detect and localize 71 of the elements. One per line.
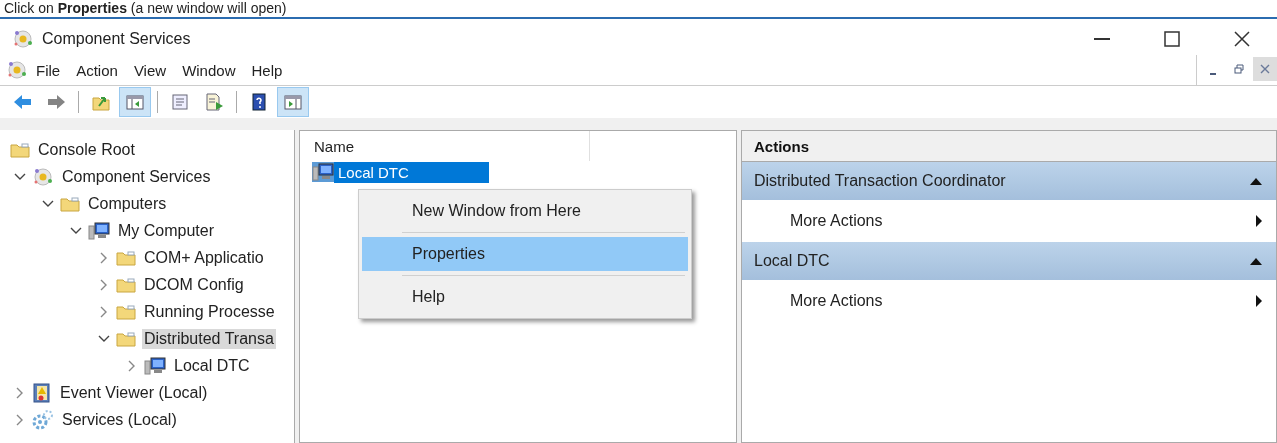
collapse-triangle-icon	[1250, 257, 1262, 265]
restore-icon	[1233, 63, 1245, 75]
minimize-icon	[1094, 38, 1110, 40]
minimize-icon	[1210, 73, 1216, 75]
tree-item[interactable]: Services (Local)	[60, 409, 179, 430]
component-icon	[6, 60, 28, 80]
forward-arrow-icon	[46, 92, 66, 112]
submenu-arrow-icon	[1256, 215, 1262, 227]
chevron-down-icon[interactable]	[14, 172, 26, 181]
menu-item[interactable]: Window	[174, 58, 244, 82]
chevron-right-icon[interactable]	[16, 413, 24, 426]
chevron-right-icon[interactable]	[100, 278, 108, 291]
collapse-triangle-icon	[1250, 177, 1262, 185]
tree-item[interactable]: Local DTC	[172, 355, 252, 376]
event-log-icon	[32, 382, 52, 403]
action-group-header[interactable]: Local DTC	[742, 242, 1276, 280]
tree-item[interactable]: My Computer	[116, 220, 217, 241]
tree-item[interactable]: Running Processe	[142, 301, 277, 322]
menu-item[interactable]: Action	[68, 58, 126, 82]
back-arrow-icon	[12, 92, 32, 112]
folder-icon	[116, 303, 136, 320]
menu-item[interactable]: New Window from Here	[362, 194, 688, 228]
export-list-icon	[204, 92, 224, 112]
help-icon	[249, 92, 269, 112]
tree-item[interactable]: Distributed Transa	[142, 328, 276, 349]
folder-icon	[116, 276, 136, 293]
menu-item[interactable]: Properties	[362, 237, 688, 271]
folder-icon	[116, 249, 136, 266]
action-pane-icon	[283, 92, 303, 112]
tree-item[interactable]: Event Viewer (Local)	[58, 382, 210, 403]
chevron-right-icon[interactable]	[128, 359, 136, 372]
action-link[interactable]: More Actions	[790, 212, 883, 230]
chevron-down-icon[interactable]	[42, 199, 54, 208]
action-group-header[interactable]: Distributed Transaction Coordinator	[742, 162, 1276, 200]
folder-icon	[60, 195, 80, 212]
chevron-right-icon[interactable]	[16, 386, 24, 399]
submenu-arrow-icon	[1256, 295, 1262, 307]
tree-item[interactable]: Console Root	[36, 139, 137, 160]
menu-item[interactable]: File	[28, 58, 69, 82]
folder-icon	[10, 141, 30, 158]
tree-item[interactable]: COM+ Applicatio	[142, 247, 266, 268]
chevron-right-icon[interactable]	[100, 251, 108, 264]
component-icon	[12, 29, 34, 49]
gears-icon	[32, 409, 54, 430]
properties-icon	[170, 92, 190, 112]
menu-item[interactable]: View	[125, 58, 175, 82]
maximize-icon	[1163, 30, 1181, 48]
chevron-down-icon[interactable]	[98, 334, 110, 343]
computer-icon	[88, 220, 110, 241]
actions-header: Actions	[742, 131, 1276, 162]
instruction-text: Click on Properties (a new window will open)	[3, 0, 288, 16]
tree-pane-button[interactable]	[119, 87, 151, 117]
close-icon	[1233, 30, 1251, 48]
tree-item[interactable]: DCOM Config	[142, 274, 246, 295]
chevron-down-icon[interactable]	[70, 226, 82, 235]
column-header[interactable]: Name	[300, 131, 590, 161]
computer-icon	[144, 355, 166, 376]
tree-item[interactable]: Component Services	[60, 166, 213, 187]
menu-item[interactable]: Help	[362, 280, 688, 314]
window-title: Component Services	[42, 30, 192, 48]
action-link[interactable]: More Actions	[790, 292, 883, 310]
folder-icon	[116, 330, 136, 347]
menu-item[interactable]: Help	[243, 58, 291, 82]
component-icon	[32, 166, 54, 187]
close-icon	[1259, 63, 1271, 75]
list-item[interactable]: Local DTC	[334, 161, 489, 183]
tree-pane-icon	[125, 92, 145, 112]
close-button[interactable]	[1253, 57, 1277, 81]
computer-icon	[312, 162, 334, 182]
tree-item[interactable]: Computers	[86, 193, 169, 214]
chevron-right-icon[interactable]	[100, 305, 108, 318]
